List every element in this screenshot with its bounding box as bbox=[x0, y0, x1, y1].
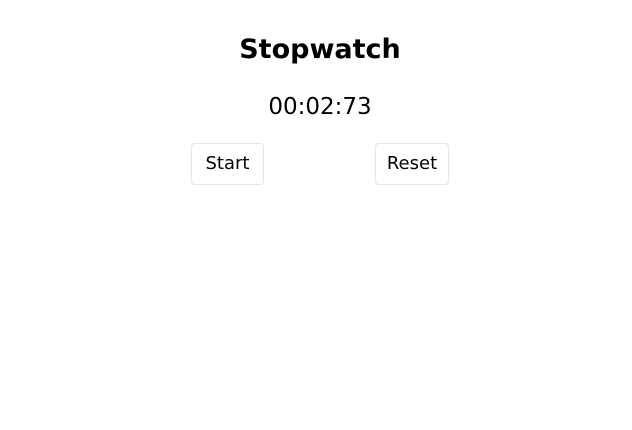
start-button[interactable]: Start bbox=[191, 143, 264, 185]
page-title: Stopwatch bbox=[239, 34, 401, 65]
time-display: 00:02:73 bbox=[268, 94, 372, 120]
reset-button[interactable]: Reset bbox=[375, 143, 449, 185]
stopwatch-app: Stopwatch 00:02:73 Start Reset bbox=[0, 0, 632, 430]
